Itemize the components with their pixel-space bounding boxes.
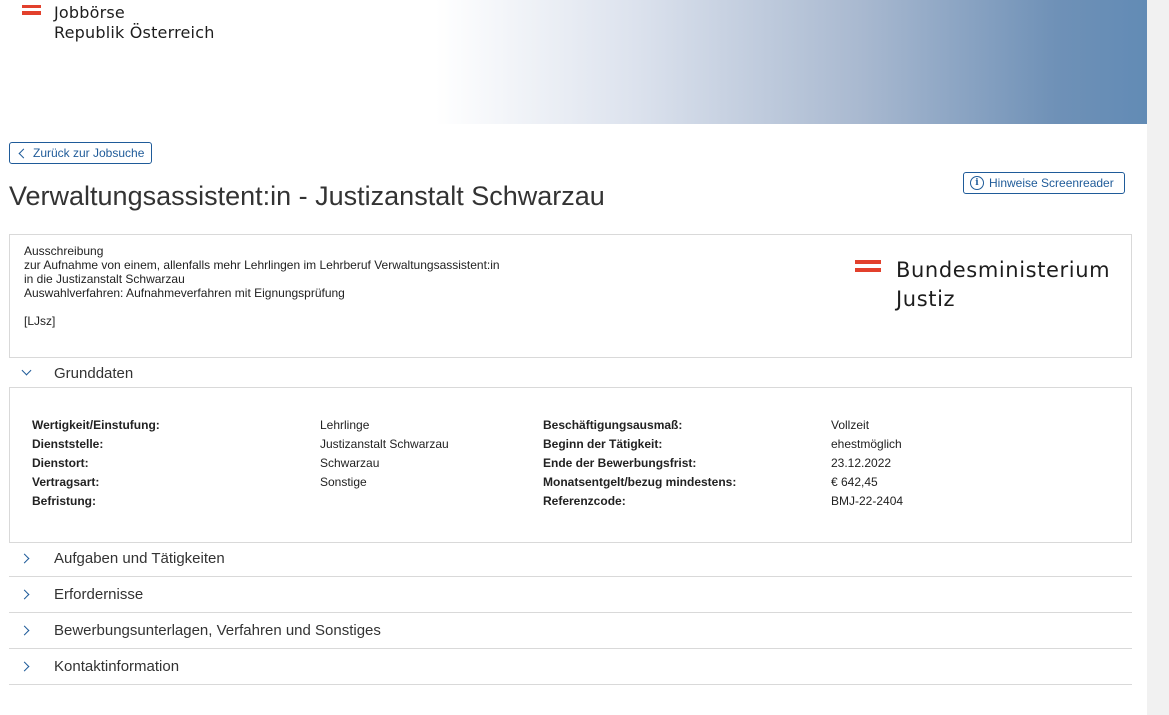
accordion-label: Bewerbungsunterlagen, Verfahren und Sons… bbox=[54, 622, 381, 639]
field-label: Dienstort: bbox=[32, 456, 89, 470]
accordion-kontaktinformation[interactable]: Kontaktinformation bbox=[9, 649, 1132, 685]
grunddaten-panel: Wertigkeit/Einstufung: Dienststelle: Die… bbox=[9, 387, 1132, 543]
field-label: Monatsentgelt/bezug mindestens: bbox=[543, 475, 737, 489]
ministry-line-1: Bundesministerium bbox=[896, 258, 1111, 282]
back-to-search-button[interactable]: Zurück zur Jobsuche bbox=[9, 142, 153, 164]
field-value: Justizanstalt Schwarzau bbox=[320, 437, 449, 451]
field-value: 23.12.2022 bbox=[831, 456, 892, 470]
left-values-column: Lehrlinge Justizanstalt Schwarzau Schwar… bbox=[320, 416, 449, 511]
chevron-left-icon bbox=[18, 148, 29, 158]
screenreader-hints-button[interactable]: i Hinweise Screenreader bbox=[963, 172, 1125, 194]
right-values-column: Vollzeit ehestmöglich 23.12.2022 € 642,4… bbox=[831, 416, 903, 511]
field-label: Ende der Bewerbungsfrist: bbox=[543, 456, 697, 470]
job-description-box: Ausschreibung zur Aufnahme von einem, al… bbox=[9, 234, 1132, 358]
austria-flag-icon bbox=[855, 260, 881, 276]
chevron-right-icon bbox=[19, 589, 30, 600]
field-value: BMJ-22-2404 bbox=[831, 494, 904, 508]
accordion-label: Erfordernisse bbox=[54, 586, 144, 603]
accordion-grunddaten[interactable]: Grunddaten bbox=[9, 355, 1132, 391]
field-label: Referenzcode: bbox=[543, 494, 626, 508]
job-description: Ausschreibung zur Aufnahme von einem, al… bbox=[24, 244, 500, 328]
field-value: ehestmöglich bbox=[831, 437, 902, 451]
page-title: Verwaltungsassistent:in - Justizanstalt … bbox=[9, 181, 605, 211]
field-value: € 642,45 bbox=[831, 475, 878, 489]
site-logo[interactable]: Jobbörse Republik Österreich bbox=[54, 3, 215, 43]
accordion-label: Grunddaten bbox=[54, 364, 134, 382]
back-button-label: Zurück zur Jobsuche bbox=[33, 146, 145, 160]
field-value: Lehrlinge bbox=[320, 418, 370, 432]
scrollbar[interactable] bbox=[1147, 0, 1169, 715]
accordion-bewerbungsunterlagen[interactable]: Bewerbungsunterlagen, Verfahren und Sons… bbox=[9, 613, 1132, 649]
description-line: [LJsz] bbox=[24, 314, 56, 328]
chevron-right-icon bbox=[19, 553, 30, 564]
right-labels-column: Beschäftigungsausmaß: Beginn der Tätigke… bbox=[543, 416, 736, 511]
description-line: in die Justizanstalt Schwarzau bbox=[24, 272, 185, 286]
page-header: Jobbörse Republik Österreich bbox=[0, 0, 1147, 124]
accordion-aufgaben[interactable]: Aufgaben und Tätigkeiten bbox=[9, 541, 1132, 577]
field-label: Vertragsart: bbox=[32, 475, 100, 489]
accordion-erfordernisse[interactable]: Erfordernisse bbox=[9, 577, 1132, 613]
chevron-down-icon bbox=[21, 365, 32, 376]
chevron-right-icon bbox=[19, 625, 30, 636]
field-value: Sonstige bbox=[320, 475, 367, 489]
field-label: Befristung: bbox=[32, 494, 96, 508]
field-value bbox=[320, 492, 449, 511]
ministry-name: Bundesministerium Justiz bbox=[896, 256, 1110, 314]
field-label: Wertigkeit/Einstufung: bbox=[32, 418, 160, 432]
screenreader-button-label: Hinweise Screenreader bbox=[989, 176, 1114, 190]
description-line: zur Aufnahme von einem, allenfalls mehr … bbox=[24, 258, 500, 272]
field-label: Beschäftigungsausmaß: bbox=[543, 418, 683, 432]
field-label: Beginn der Tätigkeit: bbox=[543, 437, 663, 451]
description-line: Ausschreibung bbox=[24, 244, 104, 258]
accordion-label: Aufgaben und Tätigkeiten bbox=[54, 550, 225, 567]
field-value: Schwarzau bbox=[320, 456, 380, 470]
brand-line-1: Jobbörse bbox=[54, 3, 125, 22]
chevron-right-icon bbox=[19, 661, 30, 672]
info-icon: i bbox=[970, 176, 984, 190]
brand-line-2: Republik Österreich bbox=[54, 23, 215, 42]
left-labels-column: Wertigkeit/Einstufung: Dienststelle: Die… bbox=[32, 416, 160, 511]
ministry-line-2: Justiz bbox=[896, 287, 956, 311]
austria-flag-icon bbox=[22, 5, 41, 18]
accordion-label: Kontaktinformation bbox=[54, 658, 180, 675]
description-line: Auswahlverfahren: Aufnahmeverfahren mit … bbox=[24, 286, 345, 300]
field-label: Dienststelle: bbox=[32, 437, 104, 451]
field-value: Vollzeit bbox=[831, 418, 870, 432]
